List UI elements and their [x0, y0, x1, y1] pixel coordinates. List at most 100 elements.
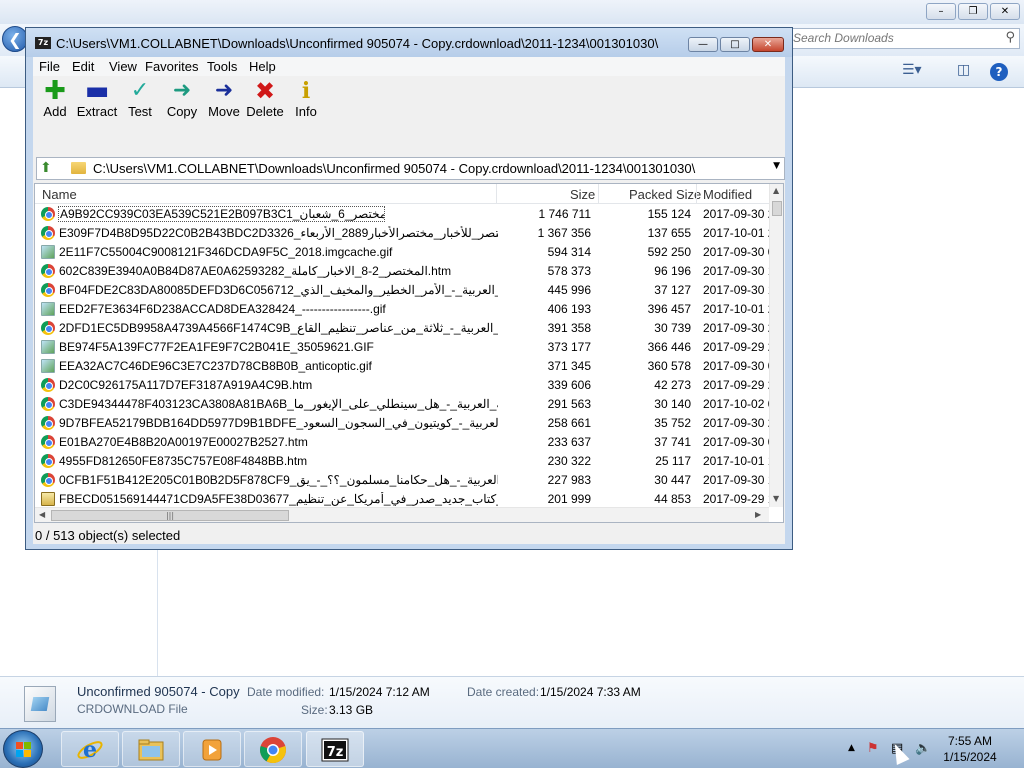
- plus-icon: ✚: [44, 76, 66, 106]
- table-row[interactable]: 2DFD1EC5DB9958A4739A4566F1474C9B_الساحة_…: [35, 319, 769, 338]
- horizontal-scrollbar[interactable]: ◀ ||| ▶: [35, 507, 769, 522]
- svg-text:e: e: [83, 737, 97, 763]
- up-folder-icon[interactable]: ⬆: [40, 160, 52, 176]
- table-row[interactable]: BE974F5A139FC77F2EA1FE9F7C2B041E_3505962…: [35, 338, 769, 357]
- search-icon[interactable]: ⚲: [1005, 30, 1015, 45]
- table-row[interactable]: E01BA270E4B8B20A00197E00027B2527.htm 233 …: [35, 433, 769, 452]
- add-label: Add: [43, 104, 67, 119]
- extract-button[interactable]: ▬ Extract: [75, 78, 119, 122]
- chrome-html-file-icon: [41, 454, 55, 468]
- window-title: C:\Users\VM1.COLLABNET\Downloads\Unconfi…: [56, 36, 659, 51]
- column-modified[interactable]: Modified: [703, 187, 752, 202]
- taskbar-chrome[interactable]: [244, 731, 302, 767]
- test-button[interactable]: ✓ Test: [118, 80, 162, 122]
- file-size: 445 996: [547, 283, 591, 297]
- volume-muted-icon[interactable]: 🔈: [915, 741, 931, 756]
- taskbar-7zip[interactable]: 7z: [306, 731, 364, 767]
- menu-edit[interactable]: Edit: [72, 59, 94, 74]
- show-hidden-icons-icon[interactable]: ▲: [848, 743, 855, 753]
- move-button[interactable]: ➜ Move: [202, 80, 246, 122]
- chevron-down-icon[interactable]: ▼: [773, 161, 780, 171]
- table-row[interactable]: EEA32AC7C46DE96C3E7C237D78CB8B0B_anticop…: [35, 357, 769, 376]
- file-name: EED2F7E3634F6D238ACCAD8DEA328424_-------…: [59, 302, 386, 316]
- start-button[interactable]: [3, 730, 43, 768]
- close-button[interactable]: ✕: [752, 37, 784, 52]
- column-size[interactable]: Size: [570, 187, 595, 202]
- table-row[interactable]: A9B92CC939C03EA539C521E2B097B3C1_المختصر…: [35, 205, 769, 224]
- delete-x-icon: ✖: [254, 77, 276, 105]
- 7zip-titlebar[interactable]: 7z C:\Users\VM1.COLLABNET\Downloads\Unco…: [26, 28, 792, 57]
- help-icon[interactable]: ?: [990, 63, 1008, 81]
- column-name[interactable]: Name: [42, 187, 77, 202]
- file-name: EEA32AC7C46DE96C3E7C237D78CB8B0B_anticop…: [59, 359, 372, 373]
- menu-tools[interactable]: Tools: [207, 59, 237, 74]
- chrome-html-file-icon: [41, 397, 55, 411]
- taskbar-media-player[interactable]: [183, 731, 241, 767]
- file-list[interactable]: Name Size Packed Size Modified A9B92CC93…: [34, 183, 784, 523]
- table-row[interactable]: 9D7BFEA52179BDB164DD5977D9B1BDFE_الساحة_…: [35, 414, 769, 433]
- column-packed-size[interactable]: Packed Size: [629, 187, 701, 202]
- minimize-button[interactable]: —: [688, 37, 718, 52]
- vertical-scrollbar[interactable]: ▲ ▼: [769, 184, 783, 507]
- delete-button[interactable]: ✖ Delete: [243, 77, 287, 122]
- taskbar-internet-explorer[interactable]: e: [61, 731, 119, 767]
- file-modified: 2017-10-01 2: [703, 302, 769, 316]
- clock-date[interactable]: 1/15/2024: [934, 750, 1006, 764]
- image-file-icon: [41, 359, 55, 373]
- preview-pane-icon[interactable]: ◫: [957, 62, 970, 78]
- file-modified: 2017-09-30 2: [703, 207, 769, 221]
- file-modified: 2017-09-29 1: [703, 492, 769, 506]
- list-rows: A9B92CC939C03EA539C521E2B097B3C1_المختصر…: [35, 205, 769, 507]
- details-date-modified-label: Date modified:: [247, 685, 325, 699]
- scroll-left-icon[interactable]: ◀: [39, 510, 45, 519]
- scroll-down-icon[interactable]: ▼: [773, 494, 779, 503]
- view-options-icon[interactable]: ☰▾: [902, 62, 922, 78]
- maximize-button[interactable]: □: [720, 37, 750, 52]
- explorer-maximize-button[interactable]: ❐: [958, 3, 988, 20]
- explorer-search-input[interactable]: Search Downloads ⚲: [790, 28, 1020, 49]
- info-label: Info: [295, 104, 317, 119]
- table-row[interactable]: EED2F7E3634F6D238ACCAD8DEA328424_-------…: [35, 300, 769, 319]
- file-packed-size: 37 127: [654, 283, 691, 297]
- table-row[interactable]: 4955FD812650FE8735C757E08F4848BB.htm 230 …: [35, 452, 769, 471]
- column-separator[interactable]: [696, 184, 697, 204]
- add-button[interactable]: ✚ Add: [33, 76, 77, 122]
- explorer-close-button[interactable]: ✕: [990, 3, 1020, 20]
- file-modified: 2017-09-30 1: [703, 264, 769, 278]
- image-file-icon: [41, 302, 55, 316]
- menu-help[interactable]: Help: [249, 59, 276, 74]
- table-row[interactable]: 602C839E3940A0B84D87AE0A62593282_المختصر…: [35, 262, 769, 281]
- scroll-right-icon[interactable]: ▶: [755, 510, 761, 519]
- 7zip-window[interactable]: 7z C:\Users\VM1.COLLABNET\Downloads\Unco…: [25, 27, 793, 550]
- path-combobox[interactable]: ⬆ C:\Users\VM1.COLLABNET\Downloads\Uncon…: [36, 157, 785, 180]
- horizontal-scroll-thumb[interactable]: |||: [51, 510, 289, 521]
- taskbar-file-explorer[interactable]: [122, 731, 180, 767]
- file-name: D2C0C926175A117D7EF3187A919A4C9B.htm: [59, 378, 313, 392]
- file-modified: 2017-10-02 0: [703, 397, 769, 411]
- column-separator[interactable]: [598, 184, 599, 204]
- table-row[interactable]: E309F7D4B8D95D22C0B2B43BDC2D3326_المختصر…: [35, 224, 769, 243]
- action-center-flag-icon[interactable]: ⚑: [867, 741, 879, 756]
- table-row[interactable]: D2C0C926175A117D7EF3187A919A4C9B.htm 339 …: [35, 376, 769, 395]
- move-arrow-icon: ➜: [214, 78, 234, 103]
- menu-file[interactable]: File: [39, 59, 60, 74]
- chrome-html-file-icon: [41, 264, 55, 278]
- table-row[interactable]: BF04FDE2C83DA80085DEFD3D6C056712_الساحة_…: [35, 281, 769, 300]
- table-row[interactable]: FBECD051569144471CD9A5FE38D03677_عاجل__ك…: [35, 490, 769, 507]
- file-packed-size: 96 196: [654, 264, 691, 278]
- details-date-created: 1/15/2024 7:33 AM: [540, 685, 641, 699]
- menu-view[interactable]: View: [109, 59, 137, 74]
- vertical-scroll-thumb[interactable]: [772, 201, 782, 216]
- info-button[interactable]: i Info: [284, 80, 328, 122]
- table-row[interactable]: 0CFB1F51B412E205C01B0B2D5F878CF9_الساحة_…: [35, 471, 769, 490]
- 7zip-app-icon[interactable]: 7z: [35, 37, 51, 49]
- menu-favorites[interactable]: Favorites: [145, 59, 198, 74]
- copy-button[interactable]: ➜ Copy: [160, 80, 204, 122]
- clock-time[interactable]: 7:55 AM: [934, 734, 1006, 748]
- explorer-minimize-button[interactable]: –: [926, 3, 956, 20]
- file-size: 291 563: [547, 397, 591, 411]
- table-row[interactable]: 2E11F7C55004C9008121F346DCDA9F5C_2018.im…: [35, 243, 769, 262]
- scroll-up-icon[interactable]: ▲: [773, 186, 779, 195]
- column-separator[interactable]: [496, 184, 497, 204]
- table-row[interactable]: C3DE94344478F403123CA3808A81BA6B_الساحة_…: [35, 395, 769, 414]
